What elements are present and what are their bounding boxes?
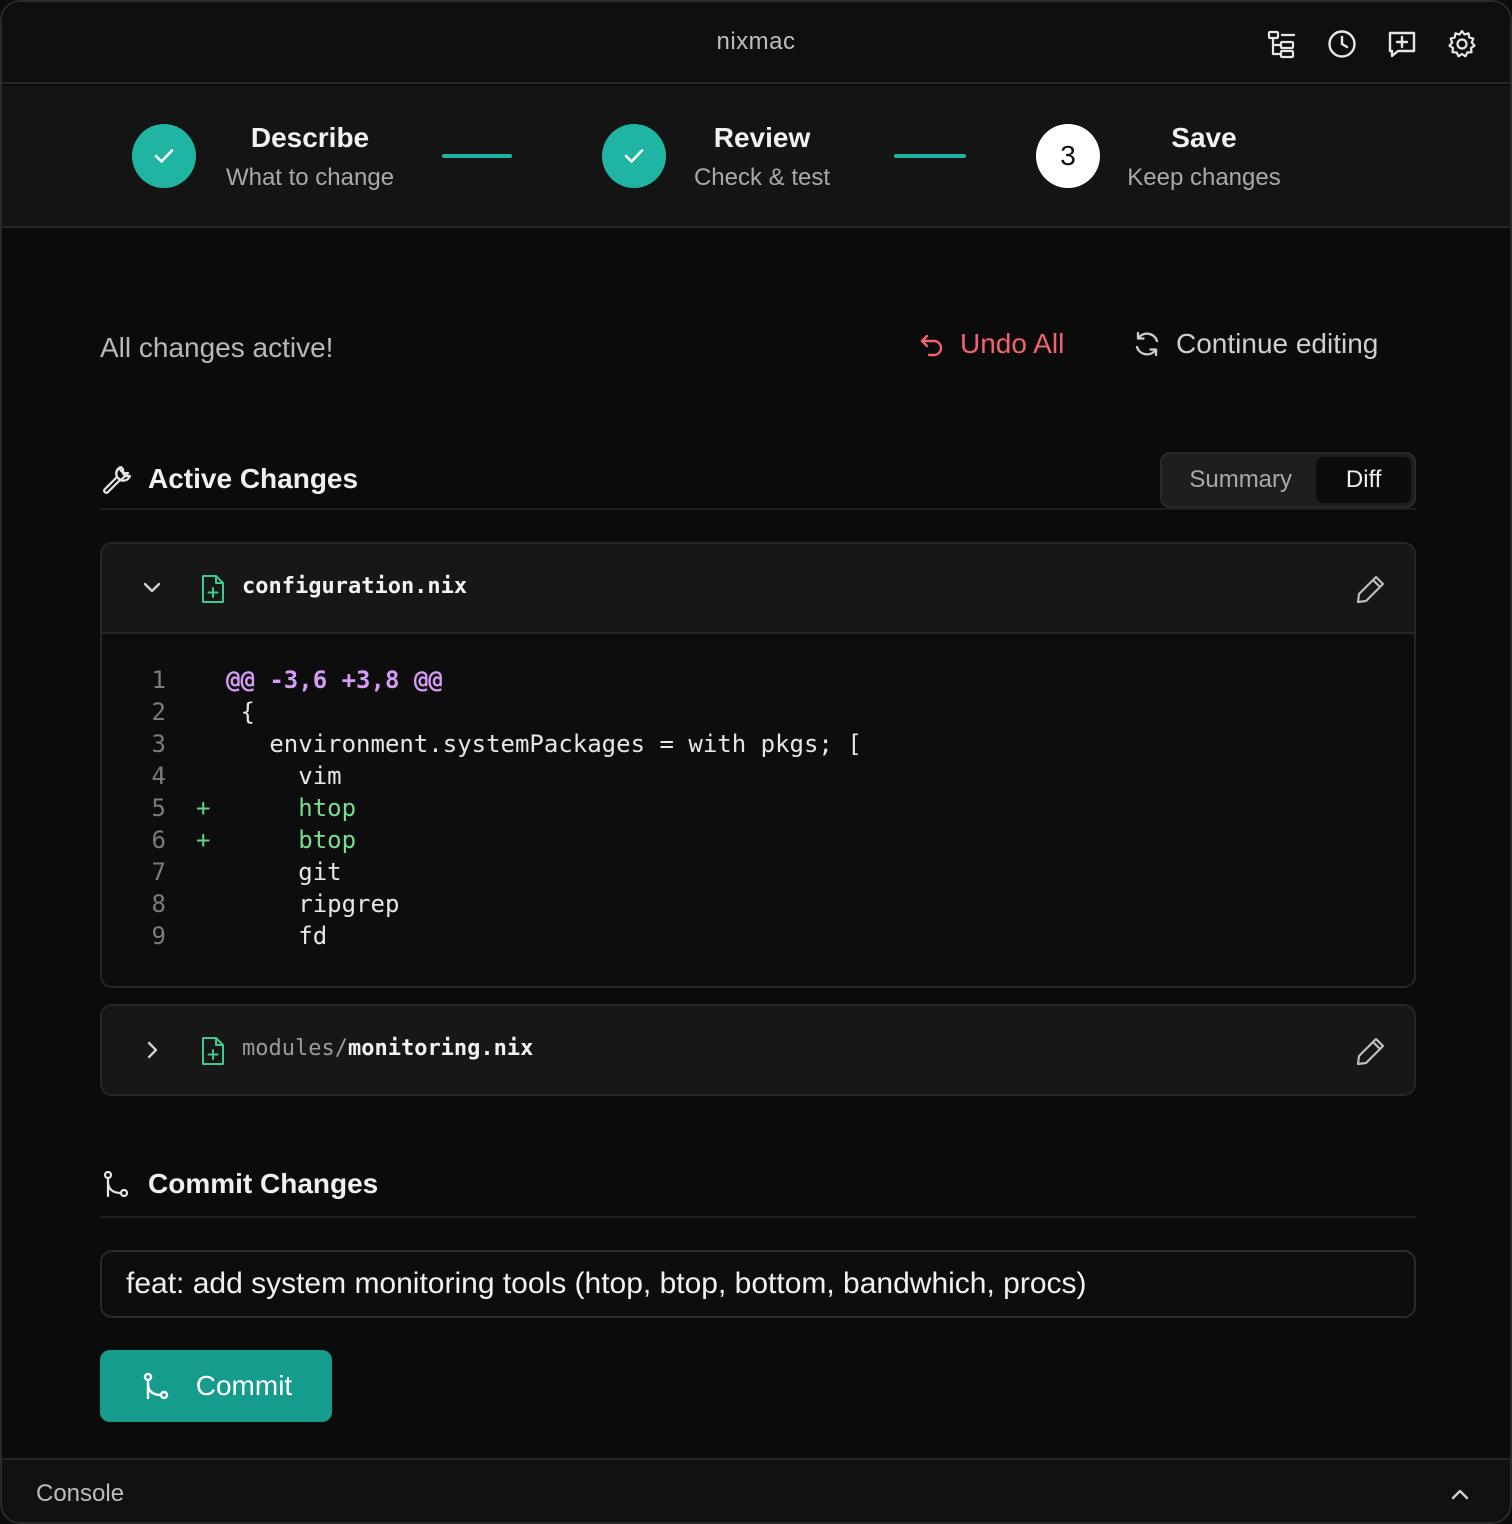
diff-toggle-option[interactable]: Diff (1316, 457, 1411, 503)
step-1-subtitle: What to change (225, 164, 395, 191)
diff-line: 4 vim (102, 760, 1414, 792)
toolbar-icons (1264, 26, 1480, 62)
file-name: configuration.nix (242, 574, 468, 599)
file-tree-icon[interactable] (1264, 26, 1300, 62)
diff-view: 1 @@ -3,6 +3,8 @@ 2 {3 environment.systemP… (102, 634, 1414, 982)
diff-line: 7 git (102, 856, 1414, 888)
line-number: 8 (151, 890, 166, 918)
file-added-icon (202, 575, 224, 603)
file-card-configuration: configuration.nix 1 @@ -3,6 +3,8 @@ 2 {3 e… (100, 542, 1416, 988)
progress-stepper: Describe What to change Review Check & t… (2, 86, 1510, 228)
console-bar[interactable]: Console (2, 1458, 1510, 1522)
step-3-title: Save (1171, 122, 1237, 153)
summary-toggle-option[interactable]: Summary (1165, 457, 1316, 503)
chevron-up-icon[interactable] (1446, 1480, 1474, 1508)
file-added-icon (202, 1037, 224, 1065)
title-bar: nixmac (2, 2, 1510, 84)
status-message: All changes active! (100, 332, 334, 363)
line-number: 1 (151, 666, 166, 694)
undo-icon (920, 334, 943, 357)
diff-line: 9 fd (102, 920, 1414, 952)
step-connector-1 (442, 154, 512, 158)
active-changes-title: Active Changes (148, 463, 359, 494)
chevron-right-icon[interactable] (138, 1036, 166, 1064)
diff-line-text: git (226, 858, 342, 886)
diff-line-text: environment.systemPackages = with pkgs; … (226, 730, 862, 758)
file-name: modules/monitoring.nix (242, 1036, 534, 1061)
diff-marker: + (196, 826, 211, 854)
line-number: 6 (151, 826, 166, 854)
refresh-icon (1135, 331, 1159, 357)
diff-marker: + (196, 794, 211, 822)
diff-line: 5 + htop (102, 792, 1414, 824)
diff-line-text: @@ -3,6 +3,8 @@ (226, 666, 443, 694)
console-label: Console (36, 1480, 125, 1507)
line-number: 9 (151, 922, 166, 950)
new-message-icon[interactable] (1384, 26, 1420, 62)
chevron-down-icon[interactable] (138, 574, 166, 602)
line-number: 2 (151, 698, 166, 726)
step-3-subtitle: Keep changes (1127, 164, 1281, 191)
step-1-title: Describe (250, 122, 370, 153)
pencil-icon[interactable] (1354, 572, 1388, 606)
continue-editing-button[interactable]: Continue editing (1132, 328, 1378, 360)
diff-line: 2 { (102, 696, 1414, 728)
diff-line-text: htop (226, 794, 357, 822)
commit-button[interactable]: Commit (100, 1350, 332, 1422)
continue-editing-label: Continue editing (1176, 328, 1379, 359)
file-card-monitoring: modules/monitoring.nix (100, 1004, 1416, 1096)
app-window: nixmac Describe What to change Review Ch… (0, 0, 1512, 1524)
diff-line-text: ripgrep (226, 890, 400, 918)
commit-changes-title: Commit Changes (148, 1168, 379, 1199)
diff-line: 3 environment.systemPackages = with pkgs… (102, 728, 1414, 760)
diff-line-text: fd (226, 922, 328, 950)
settings-icon[interactable] (1444, 26, 1480, 62)
git-branch-icon (100, 1167, 134, 1201)
diff-line: 8 ripgrep (102, 888, 1414, 920)
undo-all-label: Undo All (960, 328, 1065, 359)
line-number: 3 (151, 730, 166, 758)
step-2-subtitle: Check & test (693, 164, 831, 191)
git-branch-icon (143, 1372, 168, 1400)
file-header[interactable]: configuration.nix (102, 544, 1414, 634)
step-connector-2 (894, 154, 966, 158)
commit-button-label: Commit (195, 1370, 293, 1401)
diff-line-text: { (226, 698, 255, 726)
diff-line: 1 @@ -3,6 +3,8 @@ (102, 664, 1414, 696)
undo-all-button[interactable]: Undo All (918, 328, 1064, 360)
wrench-icon (100, 462, 134, 496)
diff-line: 6 + btop (102, 824, 1414, 856)
line-number: 5 (151, 794, 166, 822)
commit-message-input[interactable]: feat: add system monitoring tools (htop,… (100, 1250, 1416, 1318)
history-icon[interactable] (1324, 26, 1360, 62)
line-number: 7 (151, 858, 166, 886)
line-number: 4 (151, 762, 166, 790)
view-toggle: Summary Diff (1160, 452, 1416, 508)
file-header[interactable]: modules/monitoring.nix (102, 1006, 1414, 1094)
commit-changes-header: Commit Changes (100, 1152, 1416, 1218)
diff-line-text: btop (226, 826, 357, 854)
pencil-icon[interactable] (1354, 1034, 1388, 1068)
diff-line-text: vim (226, 762, 342, 790)
step-2-title: Review (713, 122, 811, 153)
